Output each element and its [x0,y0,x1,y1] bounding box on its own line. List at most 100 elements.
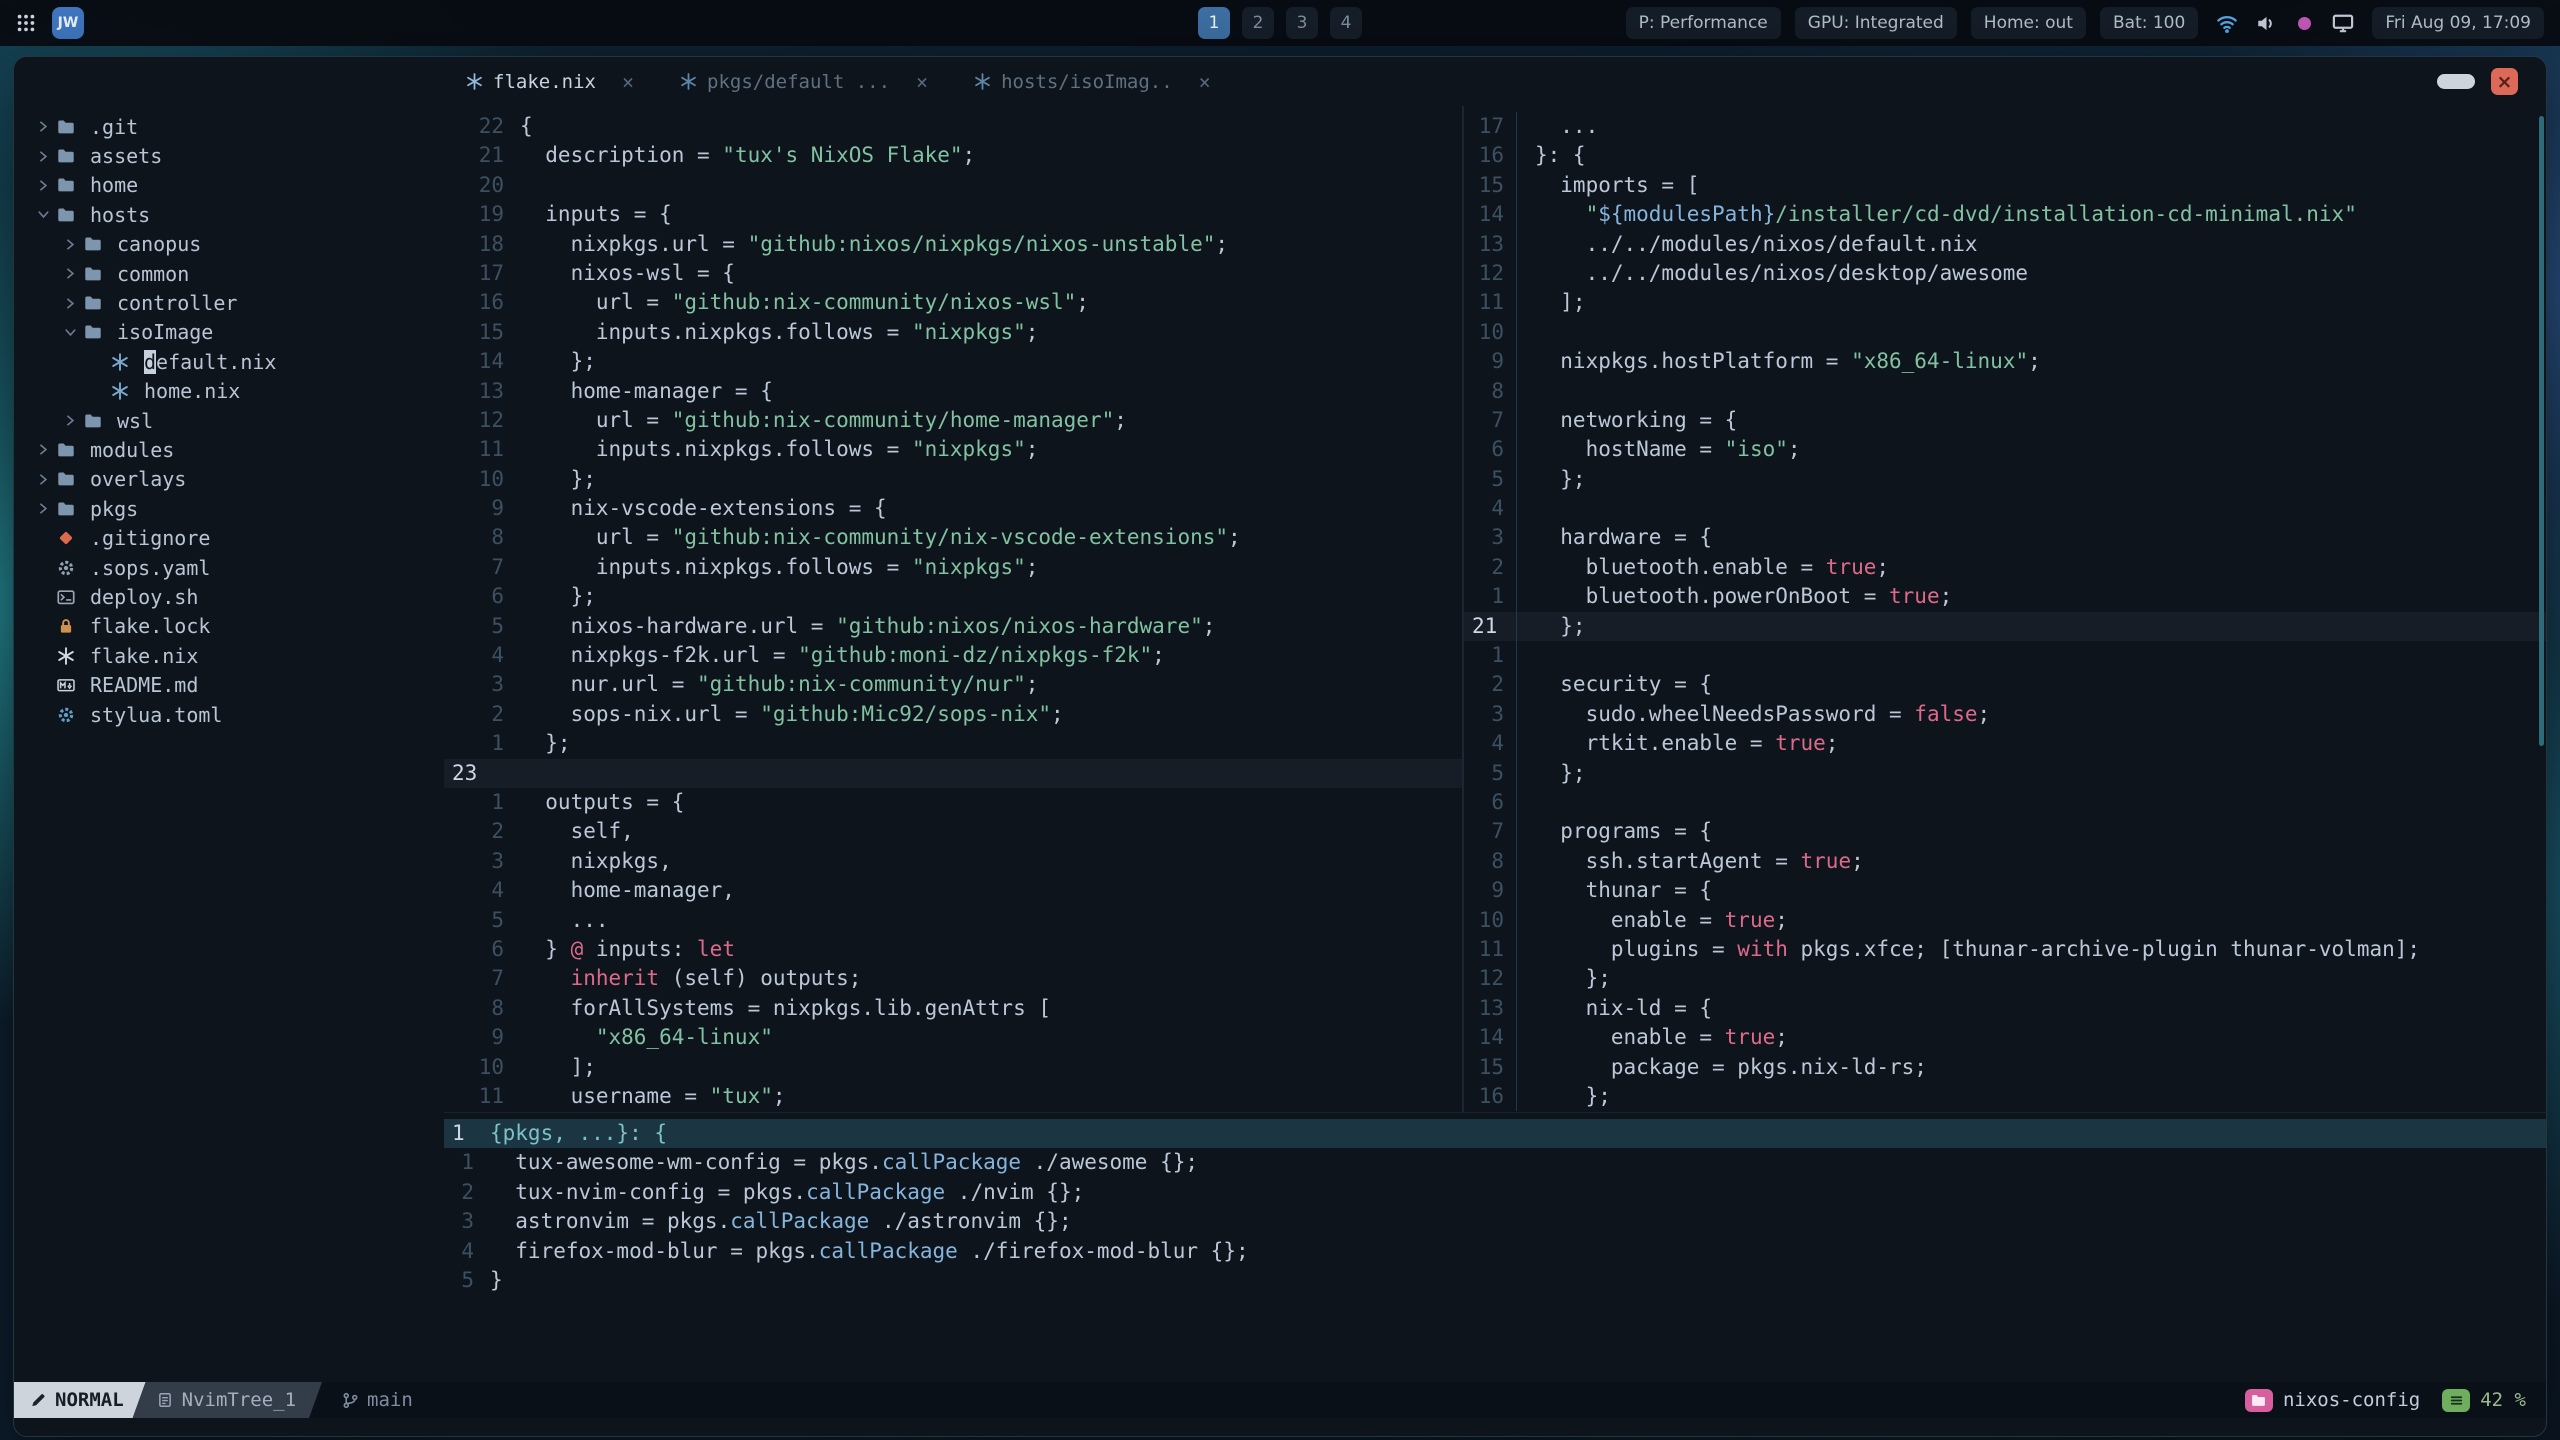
line-number: 20 [478,172,504,197]
line-number: 14 [1478,202,1504,227]
tree-item-label: controller [117,291,238,316]
line-number: 3 [1491,701,1504,726]
code-line: 14 enable = true; [1464,1023,2546,1053]
code-line: 1 [1464,641,2546,671]
editor-hosts-isoimage-default-nix[interactable]: 17 ... 16}: {15 imports = [14 "${modulesP… [1464,106,2546,1112]
editor-flake-nix[interactable]: 22{21 description = "tux's NixOS Flake";… [444,106,1462,1112]
recording-dot-icon[interactable] [2295,14,2314,33]
tree-item--gitignore[interactable]: .gitignore [14,523,444,552]
line-number: 12 [1478,260,1504,285]
tree-item-flake-lock[interactable]: flake.lock [14,612,444,641]
code-line: 18 nixpkgs.url = "github:nixos/nixpkgs/n… [444,230,1462,259]
tree-item-label: isoImage [117,320,214,345]
chevron-right-icon[interactable] [30,150,57,163]
gutter-separator [1516,288,1517,318]
line-number: 7 [491,554,504,579]
code-line: 11 ]; [1464,288,2546,318]
chevron-right-icon[interactable] [30,473,57,486]
tab-close-icon[interactable]: × [1199,70,1211,94]
chevron-down-icon[interactable] [57,326,84,339]
line-number: 13 [1478,231,1504,256]
tree-item-assets[interactable]: assets [14,141,444,170]
tree-item-controller[interactable]: controller [14,288,444,317]
workspace-button-1[interactable]: 1 [1198,7,1230,39]
wifi-icon[interactable] [2216,12,2238,34]
tree-item-wsl[interactable]: wsl [14,406,444,435]
line-number: 8 [491,995,504,1020]
tree-item-home-nix[interactable]: home.nix [14,377,444,406]
code-line: 4 firefox-mod-blur = pkgs.callPackage ./… [444,1237,2546,1266]
workspace-button-4[interactable]: 4 [1330,7,1362,39]
tab-label: pkgs/default ... [707,70,891,93]
code-line: 4 nixpkgs-f2k.url = "github:moni-dz/nixp… [444,641,1462,670]
folder-open-icon [84,323,111,341]
script-file-icon [57,588,84,606]
tree-item-label: README.md [90,673,199,698]
tab-hosts-isoimag-[interactable]: hosts/isoImag.. × [974,70,1211,94]
window-close-button[interactable]: × [2491,68,2518,95]
tree-item-default-nix[interactable]: default.nix [14,347,444,376]
tree-item-flake-nix[interactable]: flake.nix [14,641,444,670]
code-line: 7 inputs.nixpkgs.follows = "nixpkgs"; [444,553,1462,582]
gutter-separator [1516,317,1517,348]
tab-flake-nix[interactable]: flake.nix × [466,70,634,94]
code-line: 9 nix-vscode-extensions = { [444,494,1462,523]
line-number: 5 [491,613,504,638]
window-toggle-pill[interactable] [2437,74,2475,89]
line-number: 5 [491,907,504,932]
display-icon[interactable] [2332,12,2354,34]
tree-item-deploy-sh[interactable]: deploy.sh [14,582,444,611]
gutter-separator [1516,729,1517,759]
tree-item-overlays[interactable]: overlays [14,465,444,494]
chevron-right-icon[interactable] [57,297,84,310]
tab-close-icon[interactable]: × [622,70,634,94]
chevron-right-icon[interactable] [30,502,57,515]
line-number: 5 [461,1267,474,1292]
tree-item-isoimage[interactable]: isoImage [14,318,444,347]
app-launcher-icon[interactable] [16,13,36,33]
chevron-right-icon[interactable] [30,120,57,133]
app-badge[interactable]: JW [52,7,84,39]
workspace-button-3[interactable]: 3 [1286,7,1318,39]
nix-snowflake-icon [974,73,991,90]
chevron-right-icon[interactable] [57,414,84,427]
code-line: 2 security = { [1464,670,2546,700]
code-line: 13 ../../modules/nixos/default.nix [1464,229,2546,259]
tree-item-canopus[interactable]: canopus [14,230,444,259]
editor-pkgs-default-nix[interactable]: 1 {pkgs, ...}: {1 tux-awesome-wm-config =… [444,1112,2546,1382]
desktop: JW 1234 P: Performance GPU: Integrated Hom… [0,0,2560,1440]
chevron-right-icon[interactable] [57,267,84,280]
tab-close-icon[interactable]: × [916,70,928,94]
tree-item--git[interactable]: .git [14,112,444,141]
line-number: 21 [478,143,504,168]
window-controls: × [2437,57,2518,106]
code-line: 17 nixos-wsl = { [444,259,1462,288]
buffer-name[interactable]: NvimTree_1 [133,1382,322,1418]
chevron-right-icon[interactable] [57,238,84,251]
code-line: 1 outputs = { [444,788,1462,817]
folder-icon [84,294,111,312]
scrollbar[interactable] [2539,116,2544,746]
chevron-right-icon[interactable] [30,443,57,456]
chevron-down-icon[interactable] [30,208,57,221]
code-line: 8 [1464,376,2546,406]
folder-icon [57,470,84,488]
tree-item-common[interactable]: common [14,259,444,288]
tree-item-pkgs[interactable]: pkgs [14,494,444,523]
line-number: 1 [1491,643,1504,668]
tree-item-readme-md[interactable]: README.md [14,670,444,699]
tree-item-hosts[interactable]: hosts [14,200,444,229]
workspace-button-2[interactable]: 2 [1242,7,1274,39]
tree-item--sops-yaml[interactable]: .sops.yaml [14,553,444,582]
volume-icon[interactable] [2256,13,2277,34]
chevron-right-icon[interactable] [30,179,57,192]
line-number: 6 [1491,437,1504,462]
tree-item-modules[interactable]: modules [14,435,444,464]
tree-item-stylua-toml[interactable]: stylua.toml [14,700,444,729]
code-line: 12 }; [1464,964,2546,994]
file-explorer[interactable]: .git assets home hosts canopus common controll… [14,106,444,1382]
tab-pkgs-default-[interactable]: pkgs/default ... × [680,70,928,94]
folder-icon [84,412,111,430]
tree-item-home[interactable]: home [14,171,444,200]
code-line: 5 }; [1464,464,2546,495]
